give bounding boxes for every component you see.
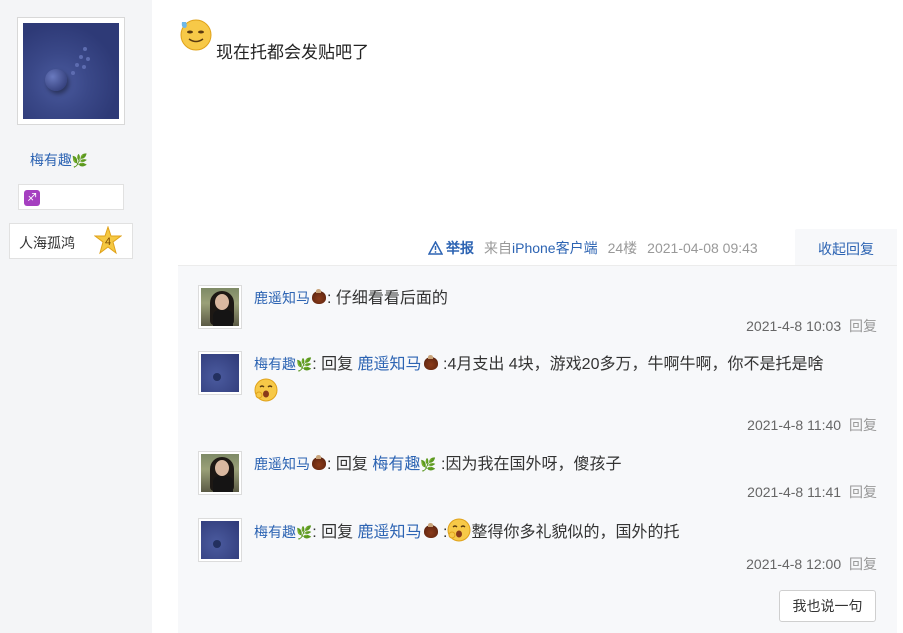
reply-to-user[interactable]: 鹿遥知马 — [358, 524, 422, 541]
reply-text: 仔细看看后面的 — [335, 290, 448, 307]
reply-to-user[interactable]: 鹿遥知马 — [358, 356, 422, 373]
reply-content: 鹿遥知马: 仔细看看后面的 — [254, 289, 448, 307]
reply-meta: 2021-4-8 11:40 回复 — [747, 415, 877, 435]
reply-time: 2021-4-8 10:03 — [746, 318, 842, 334]
post-source: 来自iPhone客户端 — [484, 240, 598, 256]
chestnut-icon — [423, 355, 438, 370]
say-something-button[interactable]: 我也说一句 — [779, 590, 876, 622]
level-star-icon: 4 — [94, 226, 122, 255]
reply-avatar[interactable] — [198, 285, 242, 329]
report-label: 举报 — [446, 240, 474, 256]
post-time: 2021-04-08 09:43 — [647, 240, 758, 256]
yawn-emoji — [254, 378, 278, 402]
reply-content: 梅有趣🌿: 回复 鹿遥知马 : 整得你多礼貌似的，国外的托 — [254, 518, 877, 546]
chestnut-icon — [312, 289, 326, 304]
reply-time: 2021-4-8 12:00 — [746, 556, 842, 572]
reply-text: :4月支出 4块，游戏20多万，牛啊牛啊，你不是托是啥 — [438, 356, 824, 373]
level-number: 4 — [105, 236, 111, 248]
reply-content: 鹿遥知马: 回复 梅有趣🌿 :因为我在国外呀，傻孩子 — [254, 455, 622, 473]
reply-avatar[interactable] — [198, 351, 242, 395]
yawn-emoji — [447, 518, 471, 542]
reply-avatar[interactable] — [198, 518, 242, 562]
reply-action-link[interactable]: 回复 — [849, 318, 877, 334]
reply-panel: 鹿遥知马: 仔细看看后面的 2021-4-8 10:03 回复 梅有趣🌿: 回复… — [178, 265, 897, 633]
report-link[interactable]: 举报 — [428, 238, 474, 258]
reply-username[interactable]: 鹿遥知马 — [254, 456, 310, 472]
post-floor: 24楼 — [607, 240, 638, 256]
reply-meta: 2021-4-8 11:41 回复 — [747, 482, 877, 502]
badge-box: ♐ — [18, 184, 124, 210]
reply-meta: 2021-4-8 10:03 回复 — [746, 316, 877, 336]
leaf-icon: 🌿 — [296, 525, 313, 540]
reply-item: 鹿遥知马: 仔细看看后面的 2021-4-8 10:03 回复 — [198, 285, 877, 345]
reply-username[interactable]: 鹿遥知马 — [254, 290, 310, 306]
reply-item: 梅有趣🌿: 回复 鹿遥知马 :4月支出 4块，游戏20多万，牛啊牛啊，你不是托是… — [198, 351, 877, 441]
reply-text: :因为我在国外呀，傻孩子 — [436, 456, 622, 473]
reply-avatar[interactable] — [198, 451, 242, 495]
warning-icon — [428, 241, 443, 255]
reply-action-link[interactable]: 回复 — [849, 556, 877, 572]
reply-item: 梅有趣🌿: 回复 鹿遥知马 : 整得你多礼貌似的，国外的托 2021-4-8 1… — [198, 518, 877, 578]
collapse-replies-button[interactable]: 收起回复 — [795, 229, 897, 265]
source-device-link[interactable]: iPhone客户端 — [512, 240, 598, 256]
reply-content: 梅有趣🌿: 回复 鹿遥知马 :4月支出 4块，游戏20多万，牛啊牛啊，你不是托是… — [254, 351, 877, 406]
forum-level-box[interactable]: 人海孤鸿 4 — [9, 223, 133, 259]
reply-item: 鹿遥知马: 回复 梅有趣🌿 :因为我在国外呀，傻孩子 2021-4-8 11:4… — [198, 451, 877, 511]
reply-meta: 2021-4-8 12:00 回复 — [746, 554, 877, 574]
leaf-icon: 🌿 — [420, 457, 437, 472]
post-text: 现在托都会发贴吧了 — [216, 43, 369, 62]
author-sidebar: 梅有趣🌿 ♐ 人海孤鸿 4 — [0, 0, 152, 633]
chestnut-icon — [312, 455, 326, 470]
reply-text: 整得你多礼貌似的，国外的托 — [471, 524, 680, 541]
sweat-smile-emoji — [180, 19, 212, 51]
author-avatar[interactable] — [17, 17, 125, 125]
reply-action-link[interactable]: 回复 — [849, 484, 877, 500]
sagittarius-icon[interactable]: ♐ — [24, 190, 40, 206]
author-avatar-image — [23, 23, 119, 119]
chestnut-icon — [423, 523, 438, 538]
leaf-icon: 🌿 — [296, 357, 313, 372]
reply-to-user[interactable]: 梅有趣 — [372, 456, 420, 473]
forum-title: 人海孤鸿 — [19, 235, 75, 251]
post-tail: 举报 来自iPhone客户端 24楼 2021-04-08 09:43 — [428, 238, 758, 258]
reply-username[interactable]: 梅有趣 — [254, 356, 296, 372]
author-name[interactable]: 梅有趣 — [30, 152, 72, 168]
reply-username[interactable]: 梅有趣 — [254, 524, 296, 540]
reply-time: 2021-4-8 11:41 — [747, 484, 842, 500]
leaf-icon: 🌿 — [71, 153, 89, 168]
reply-time: 2021-4-8 11:40 — [747, 417, 842, 433]
reply-action-link[interactable]: 回复 — [849, 417, 877, 433]
